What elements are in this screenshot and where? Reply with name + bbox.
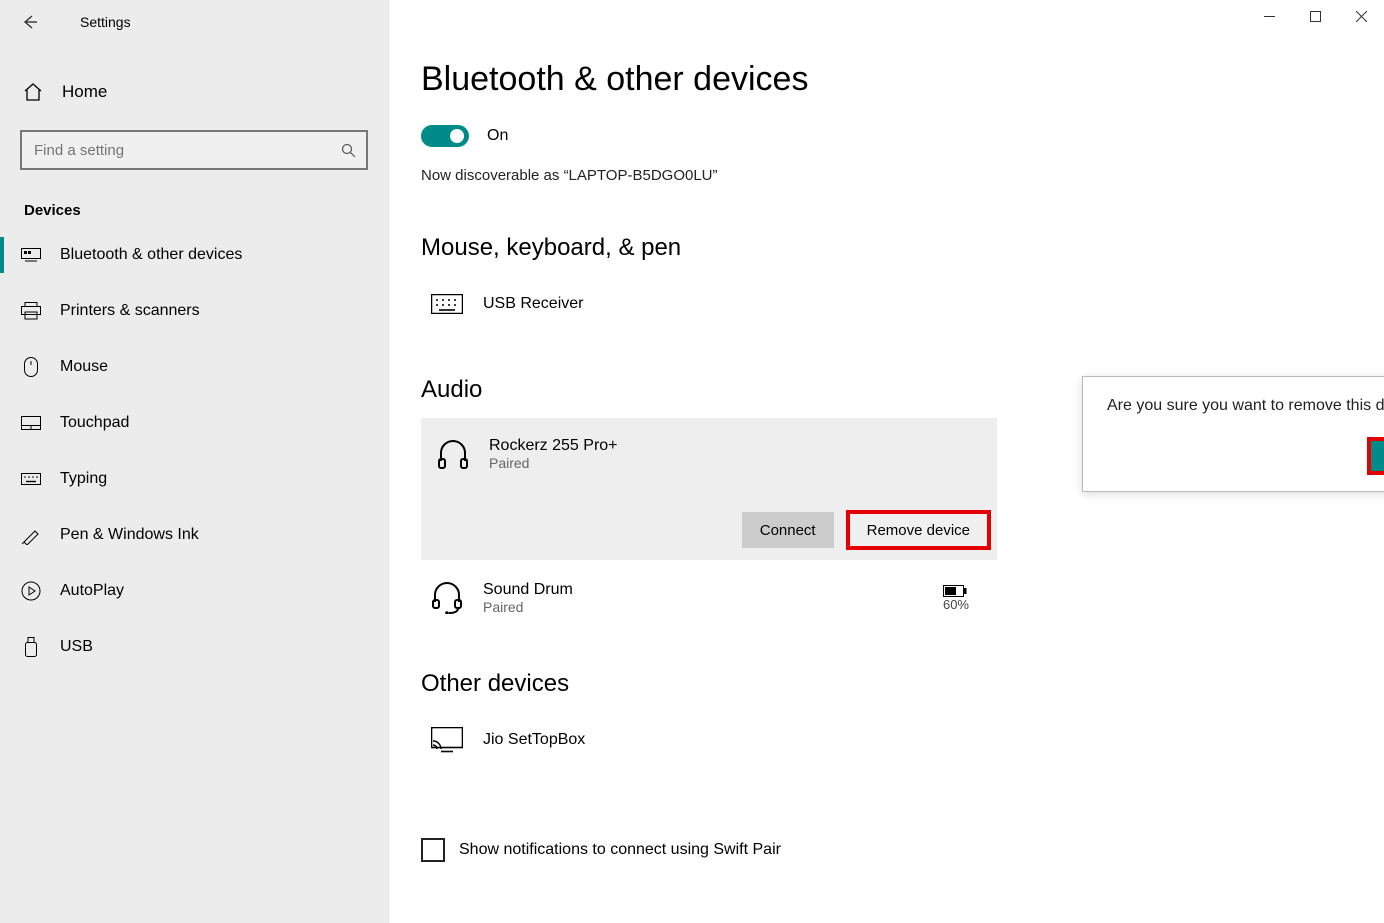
device-usb-receiver[interactable]: USB Receiver bbox=[421, 276, 977, 332]
keyboard-device-icon bbox=[429, 286, 465, 322]
pen-icon bbox=[20, 524, 42, 546]
mouse-icon bbox=[20, 356, 42, 378]
device-rockerz-selected[interactable]: Rockerz 255 Pro+ Paired Connect Remove d… bbox=[421, 418, 997, 560]
content-area: Bluetooth & other devices On Now discove… bbox=[389, 0, 1384, 923]
printer-icon bbox=[20, 300, 42, 322]
home-icon bbox=[22, 81, 44, 103]
category-label: Devices bbox=[0, 180, 388, 227]
sidebar-item-autoplay[interactable]: AutoPlay bbox=[0, 563, 388, 619]
device-status: Paired bbox=[489, 455, 618, 471]
confirm-dialog: Are you sure you want to remove this dev… bbox=[1082, 376, 1384, 492]
cast-device-icon bbox=[429, 722, 465, 758]
search-input[interactable] bbox=[32, 141, 341, 160]
device-settopbox[interactable]: Jio SetTopBox bbox=[421, 712, 977, 768]
device-name: Rockerz 255 Pro+ bbox=[489, 437, 618, 455]
search-icon bbox=[341, 143, 356, 158]
confirm-text: Are you sure you want to remove this dev… bbox=[1107, 397, 1384, 415]
sidebar-item-usb[interactable]: USB bbox=[0, 619, 388, 675]
swiftpair-checkbox-row[interactable]: Show notifications to connect using Swif… bbox=[421, 838, 1384, 862]
window-title: Settings bbox=[80, 14, 131, 30]
swiftpair-label: Show notifications to connect using Swif… bbox=[459, 841, 781, 859]
checkbox-icon[interactable] bbox=[421, 838, 445, 862]
usb-icon bbox=[20, 636, 42, 658]
page-title: Bluetooth & other devices bbox=[421, 60, 1384, 99]
device-sound-drum[interactable]: Sound Drum Paired 60% bbox=[421, 570, 977, 626]
back-button[interactable] bbox=[10, 2, 50, 42]
sidebar-item-touchpad[interactable]: Touchpad bbox=[0, 395, 388, 451]
section-other: Other devices bbox=[421, 670, 1384, 698]
bluetooth-devices-icon bbox=[20, 244, 42, 266]
sidebar-item-bluetooth[interactable]: Bluetooth & other devices bbox=[0, 227, 388, 283]
discoverable-text: Now discoverable as “LAPTOP-B5DGO0LU” bbox=[421, 167, 1384, 184]
keyboard-icon bbox=[20, 468, 42, 490]
sidebar: Settings Home Devices Bluetooth & other … bbox=[0, 0, 389, 923]
headphones-icon bbox=[435, 436, 471, 472]
home-nav[interactable]: Home bbox=[0, 64, 388, 120]
sidebar-item-pen[interactable]: Pen & Windows Ink bbox=[0, 507, 388, 563]
bluetooth-toggle[interactable] bbox=[421, 125, 469, 147]
sidebar-item-printers[interactable]: Printers & scanners bbox=[0, 283, 388, 339]
sidebar-item-typing[interactable]: Typing bbox=[0, 451, 388, 507]
headset-icon bbox=[429, 580, 465, 616]
search-box[interactable] bbox=[20, 130, 368, 170]
confirm-yes-button[interactable]: Yes bbox=[1369, 439, 1384, 473]
toggle-label: On bbox=[487, 127, 508, 145]
home-label: Home bbox=[62, 82, 107, 102]
sidebar-item-mouse[interactable]: Mouse bbox=[0, 339, 388, 395]
autoplay-icon bbox=[20, 580, 42, 602]
remove-device-button[interactable]: Remove device bbox=[848, 512, 989, 548]
section-mouse-keyboard: Mouse, keyboard, & pen bbox=[421, 234, 1384, 262]
connect-button[interactable]: Connect bbox=[742, 512, 834, 548]
touchpad-icon bbox=[20, 412, 42, 434]
battery-indicator: 60% bbox=[943, 585, 969, 612]
